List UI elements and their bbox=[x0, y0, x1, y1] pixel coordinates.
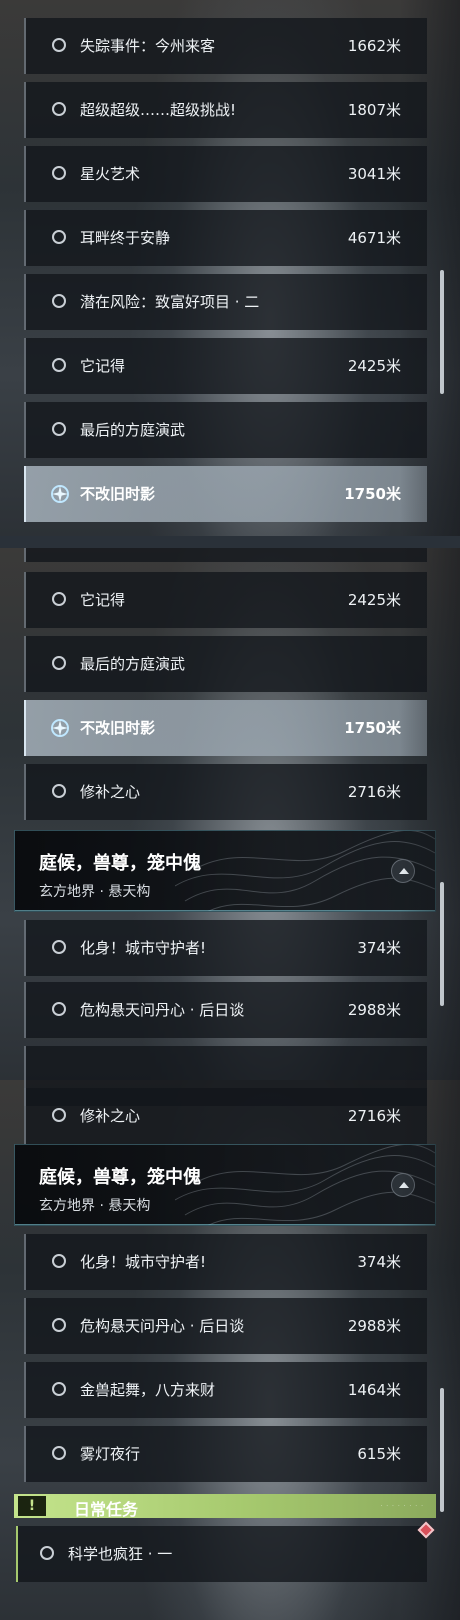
quest-distance: 3041米 bbox=[347, 165, 401, 183]
quest-item-tracked[interactable]: 不改旧时影 1750米 bbox=[24, 466, 427, 522]
circle-outline-icon bbox=[52, 1446, 66, 1460]
quest-group-header[interactable]: 庭候，兽尊，笼中傀 玄方地界 · 悬天构 bbox=[14, 1144, 436, 1226]
quest-item[interactable]: 修补之心 2716米 bbox=[24, 1088, 427, 1144]
quest-name: 它记得 bbox=[80, 591, 126, 609]
quest-item[interactable]: 危构悬天问丹心 · 后日谈 2988米 bbox=[24, 1298, 427, 1354]
quest-group-region: 玄方地界 · 悬天构 bbox=[39, 884, 151, 900]
circle-outline-icon bbox=[52, 102, 66, 116]
circle-outline-icon bbox=[52, 592, 66, 606]
circle-outline-icon bbox=[52, 1318, 66, 1332]
quest-item[interactable]: 它记得 2425米 bbox=[24, 338, 427, 394]
quest-name: 不改旧时影 bbox=[80, 485, 156, 503]
quest-item-partial[interactable] bbox=[24, 548, 427, 562]
quest-distance: 2425米 bbox=[347, 591, 401, 609]
circle-outline-icon bbox=[52, 166, 66, 180]
circle-outline-icon bbox=[52, 1382, 66, 1396]
quest-name: 超级超级……超级挑战! bbox=[80, 101, 237, 119]
quest-group-header[interactable]: 庭候，兽尊，笼中傀 玄方地界 · 悬天构 bbox=[14, 830, 436, 912]
quest-distance: 374米 bbox=[357, 1253, 401, 1271]
quest-item[interactable]: 金兽起舞，八方来财 1464米 bbox=[24, 1362, 427, 1418]
quest-name: 最后的方庭演武 bbox=[80, 655, 186, 673]
quest-name: 潜在风险：致富好项目 · 二 bbox=[80, 293, 260, 311]
header-underline bbox=[15, 910, 435, 911]
quest-name: 最后的方庭演武 bbox=[80, 421, 186, 439]
quest-name: 科学也疯狂 · 一 bbox=[68, 1545, 173, 1563]
chevron-up-icon[interactable] bbox=[391, 859, 415, 883]
quest-name: 星火艺术 bbox=[80, 165, 141, 183]
quest-group-region: 玄方地界 · 悬天构 bbox=[39, 1198, 151, 1214]
quest-item[interactable]: 雾灯夜行 615米 bbox=[24, 1426, 427, 1482]
quest-item[interactable]: 化身！城市守护者! 374米 bbox=[24, 920, 427, 976]
circle-outline-icon bbox=[52, 1108, 66, 1122]
quest-name: 化身！城市守护者! bbox=[80, 939, 207, 957]
quest-item[interactable]: 最后的方庭演武 bbox=[24, 402, 427, 458]
daily-quests-header[interactable]: ! 日常任务 · · · · · · · · bbox=[14, 1494, 436, 1519]
daily-quests-label: 日常任务 bbox=[74, 1500, 139, 1519]
quest-distance: 615米 bbox=[357, 1445, 401, 1463]
circle-outline-icon bbox=[52, 940, 66, 954]
exclamation-icon: ! bbox=[18, 1496, 46, 1516]
quest-name: 耳畔终于安静 bbox=[80, 229, 171, 247]
quest-distance: 2716米 bbox=[347, 783, 401, 801]
quest-item-partial[interactable] bbox=[24, 1046, 427, 1080]
quest-item[interactable]: 超级超级……超级挑战! 1807米 bbox=[24, 82, 427, 138]
quest-item[interactable]: 最后的方庭演武 bbox=[24, 636, 427, 692]
circle-outline-icon bbox=[52, 656, 66, 670]
quest-name: 修补之心 bbox=[80, 1107, 141, 1125]
quest-name: 不改旧时影 bbox=[80, 719, 156, 737]
circle-outline-icon bbox=[52, 38, 66, 52]
quest-distance: 2425米 bbox=[347, 357, 401, 375]
quest-panel-3: 修补之心 2716米 庭候，兽尊，笼中傀 玄方地界 · 悬天构 化身！城市守护者… bbox=[0, 1080, 460, 1620]
quest-distance: 1750米 bbox=[344, 485, 401, 503]
quest-item[interactable]: 危构悬天问丹心 · 后日谈 2988米 bbox=[24, 982, 427, 1038]
header-underline bbox=[15, 1224, 435, 1225]
circle-outline-icon bbox=[52, 294, 66, 308]
quest-panel-2: 它记得 2425米 最后的方庭演武 不改旧时影 1750米 修补之心 2716米… bbox=[0, 548, 460, 1080]
quest-item[interactable]: 耳畔终于安静 4671米 bbox=[24, 210, 427, 266]
quest-name: 它记得 bbox=[80, 357, 126, 375]
quest-name: 危构悬天问丹心 · 后日谈 bbox=[80, 1317, 245, 1335]
scrollbar[interactable] bbox=[440, 882, 444, 1006]
quest-item[interactable]: 潜在风险：致富好项目 · 二 bbox=[24, 274, 427, 330]
quest-name: 金兽起舞，八方来财 bbox=[80, 1381, 216, 1399]
quest-distance: 1807米 bbox=[347, 101, 401, 119]
circle-outline-icon bbox=[52, 1002, 66, 1016]
quest-item[interactable]: 失踪事件：今州来客 1662米 bbox=[24, 18, 427, 74]
circle-outline-icon bbox=[52, 230, 66, 244]
circle-outline-icon bbox=[40, 1546, 54, 1560]
crosshair-target-icon bbox=[51, 485, 69, 503]
quest-distance: 1662米 bbox=[347, 37, 401, 55]
circle-outline-icon bbox=[52, 1254, 66, 1268]
circle-outline-icon bbox=[52, 358, 66, 372]
daily-quest-item[interactable]: 科学也疯狂 · 一 bbox=[16, 1526, 427, 1582]
circle-outline-icon bbox=[52, 422, 66, 436]
quest-item-tracked[interactable]: 不改旧时影 1750米 bbox=[24, 700, 427, 756]
quest-panel-1: 失踪事件：今州来客 1662米 超级超级……超级挑战! 1807米 星火艺术 3… bbox=[0, 0, 460, 536]
quest-name: 失踪事件：今州来客 bbox=[80, 37, 216, 55]
quest-group-title: 庭候，兽尊，笼中傀 bbox=[39, 853, 201, 874]
chevron-up-icon[interactable] bbox=[391, 1173, 415, 1197]
quest-name: 化身！城市守护者! bbox=[80, 1253, 207, 1271]
quest-item[interactable]: 修补之心 2716米 bbox=[24, 764, 427, 820]
quest-name: 危构悬天问丹心 · 后日谈 bbox=[80, 1001, 245, 1019]
circle-outline-icon bbox=[52, 784, 66, 798]
crosshair-target-icon bbox=[51, 719, 69, 737]
quest-name: 修补之心 bbox=[80, 783, 141, 801]
quest-name: 雾灯夜行 bbox=[80, 1445, 141, 1463]
quest-item[interactable]: 星火艺术 3041米 bbox=[24, 146, 427, 202]
quest-distance: 1750米 bbox=[344, 719, 401, 737]
quest-item[interactable]: 它记得 2425米 bbox=[24, 572, 427, 628]
quest-distance: 1464米 bbox=[347, 1381, 401, 1399]
quest-item[interactable]: 化身！城市守护者! 374米 bbox=[24, 1234, 427, 1290]
quest-group-title: 庭候，兽尊，笼中傀 bbox=[39, 1167, 201, 1188]
quest-distance: 4671米 bbox=[347, 229, 401, 247]
quest-distance: 2988米 bbox=[347, 1317, 401, 1335]
quest-distance: 2988米 bbox=[347, 1001, 401, 1019]
quest-distance: 2716米 bbox=[347, 1107, 401, 1125]
quest-distance: 374米 bbox=[357, 939, 401, 957]
decorative-mark: · · · · · · · · bbox=[380, 1503, 424, 1510]
scrollbar[interactable] bbox=[440, 270, 444, 394]
scrollbar[interactable] bbox=[440, 1388, 444, 1512]
